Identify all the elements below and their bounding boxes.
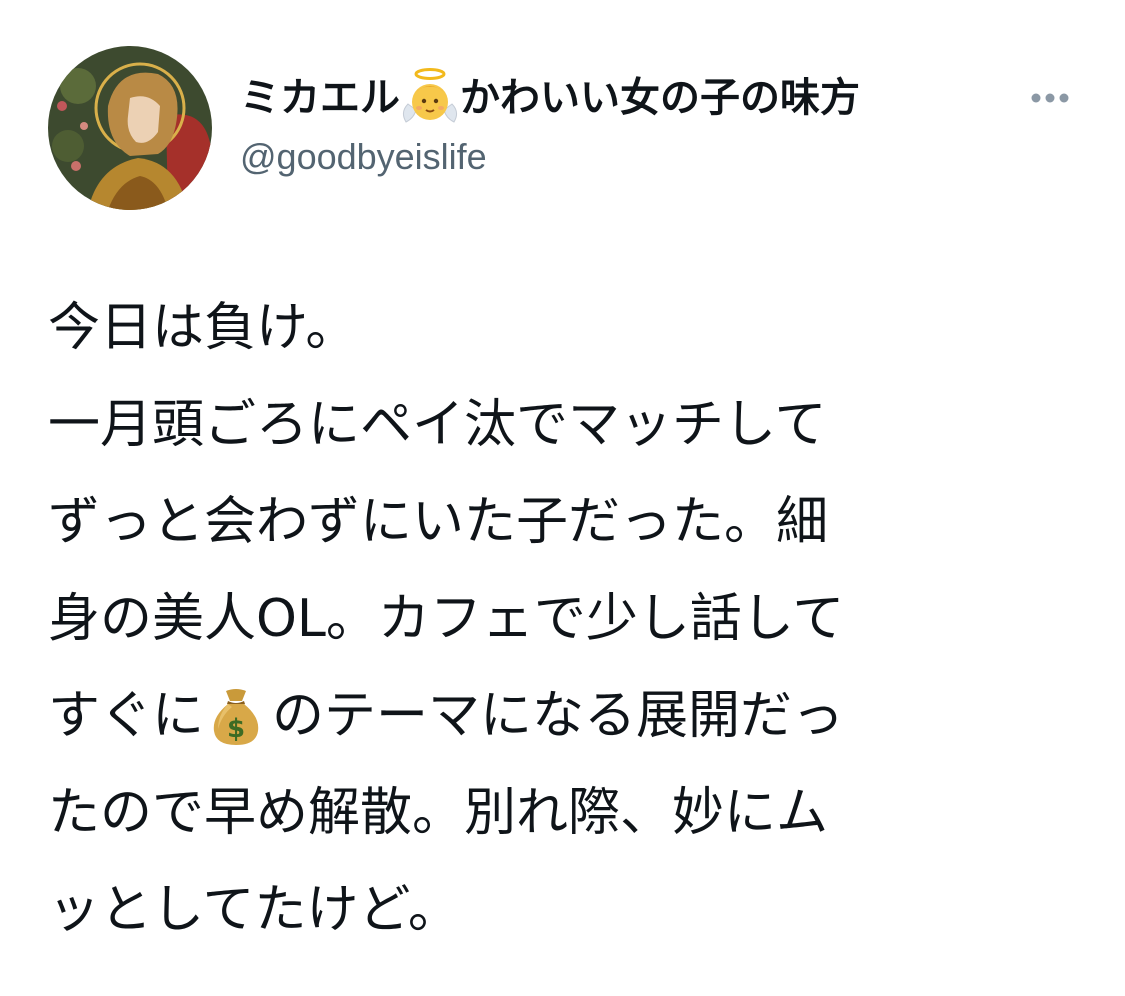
author-avatar[interactable] bbox=[48, 46, 212, 210]
display-name-subtitle: かわいい女の子の味方 bbox=[460, 75, 860, 121]
tweet-text-line: ッとしてたけど。 bbox=[48, 880, 460, 940]
tweet-text-line: すぐに $ のテーマになる展開だっ bbox=[48, 668, 1098, 765]
author-handle[interactable]: @goodbyeislife bbox=[240, 132, 487, 182]
author-display-name[interactable]: ミカエル かわいい女の子の味方 bbox=[240, 68, 860, 130]
angel-painting-avatar-icon bbox=[48, 46, 212, 210]
more-options-icon bbox=[1031, 93, 1069, 103]
money-bag-emoji-icon: $ bbox=[208, 682, 264, 745]
tweet-text-line: 今日は負け。 bbox=[48, 298, 358, 358]
tweet-text-line: たので早め解散。別れ際、妙にム bbox=[48, 783, 829, 843]
tweet-text-line: ずっと会わずにいた子だった。細 bbox=[48, 492, 829, 552]
tweet-text-segment: すぐに bbox=[48, 686, 205, 746]
baby-angel-emoji-icon bbox=[402, 66, 458, 126]
svg-text:$: $ bbox=[227, 714, 245, 744]
tweet-text-line: 一月頭ごろにペイ汰でマッチして bbox=[48, 395, 827, 455]
tweet-text-line: 身の美人OL。カフェで少し話して bbox=[48, 589, 845, 649]
tweet-text: 今日は負け。 一月頭ごろにペイ汰でマッチして ずっと会わずにいた子だった。細 身… bbox=[48, 280, 1098, 959]
more-options-button[interactable] bbox=[1022, 78, 1078, 118]
display-name-text: ミカエル bbox=[240, 75, 400, 121]
tweet-text-segment: のテーマになる展開だっ bbox=[272, 686, 845, 746]
